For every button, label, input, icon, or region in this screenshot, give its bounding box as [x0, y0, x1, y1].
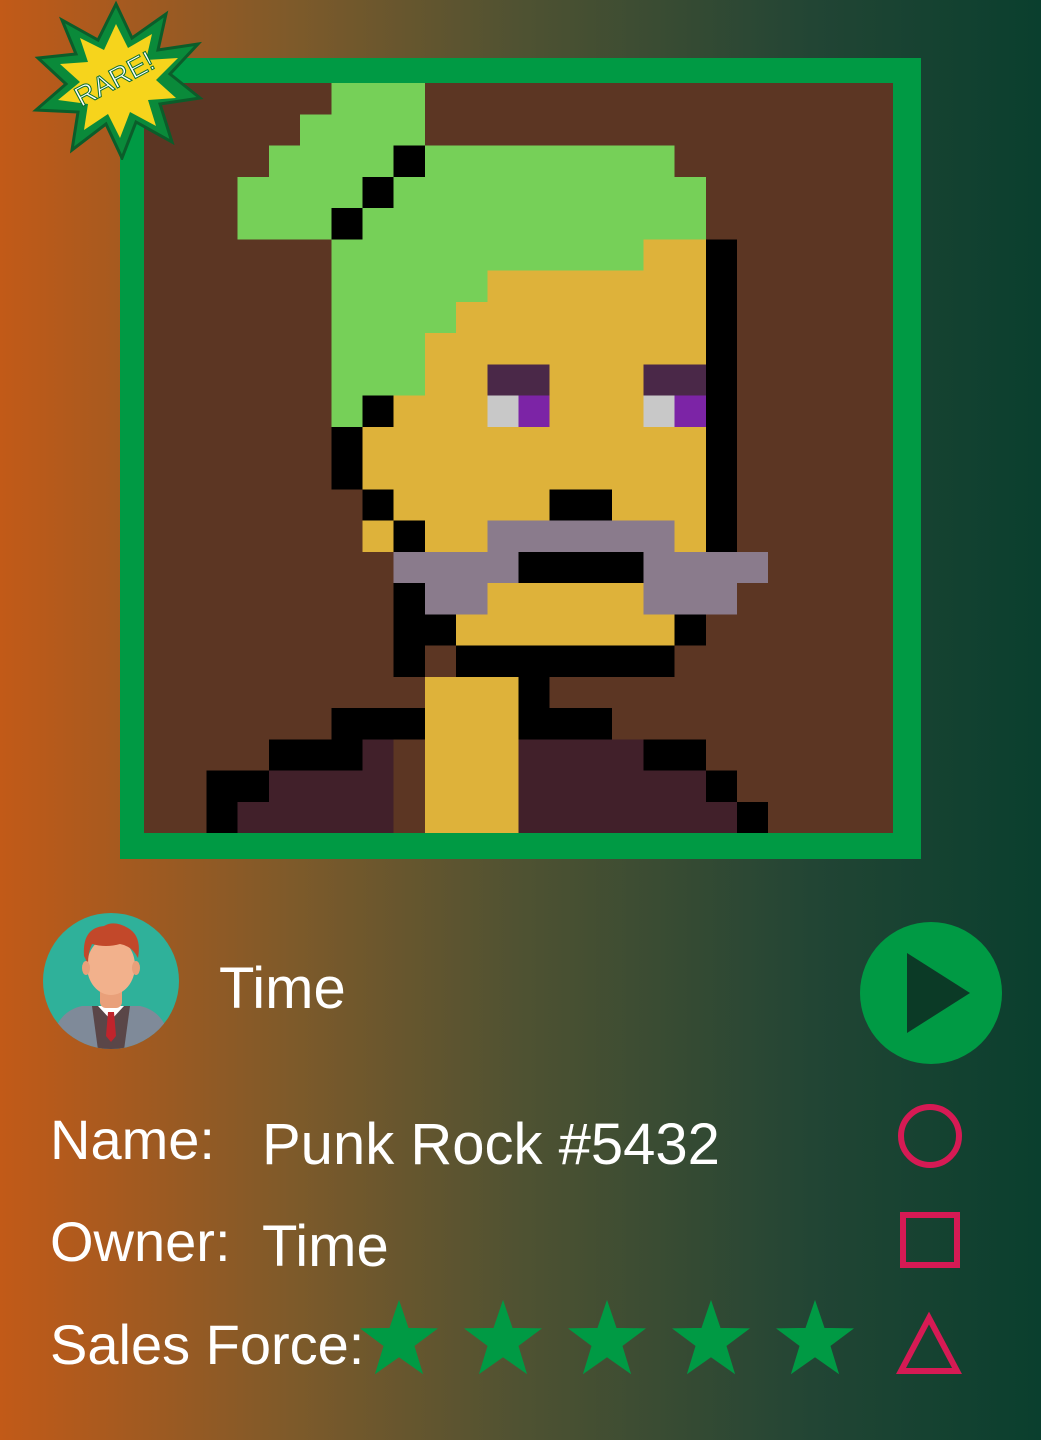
rare-badge-icon: RARE!	[32, 0, 204, 160]
star-icon	[672, 1300, 750, 1375]
star-icon	[776, 1300, 854, 1375]
name-value: Punk Rock #5432	[262, 1112, 720, 1177]
nft-card: RARE! Time Name: Punk Rock #5432 Owner: …	[0, 0, 1041, 1440]
star-icon	[464, 1300, 542, 1375]
triangle-icon[interactable]	[896, 1310, 962, 1376]
play-button[interactable]	[860, 922, 1002, 1064]
punk-artwork	[144, 83, 893, 833]
circle-icon[interactable]	[896, 1102, 964, 1170]
user-name[interactable]: Time	[219, 956, 346, 1022]
sales-force-rating	[360, 1300, 860, 1378]
owner-value: Time	[262, 1214, 389, 1279]
square-icon[interactable]	[900, 1212, 960, 1268]
avatar[interactable]	[42, 912, 180, 1050]
star-icon	[568, 1300, 646, 1375]
name-label: Name:	[50, 1108, 215, 1171]
owner-label: Owner:	[50, 1210, 231, 1273]
star-icon	[360, 1300, 438, 1375]
sales-force-label: Sales Force:	[50, 1313, 365, 1376]
